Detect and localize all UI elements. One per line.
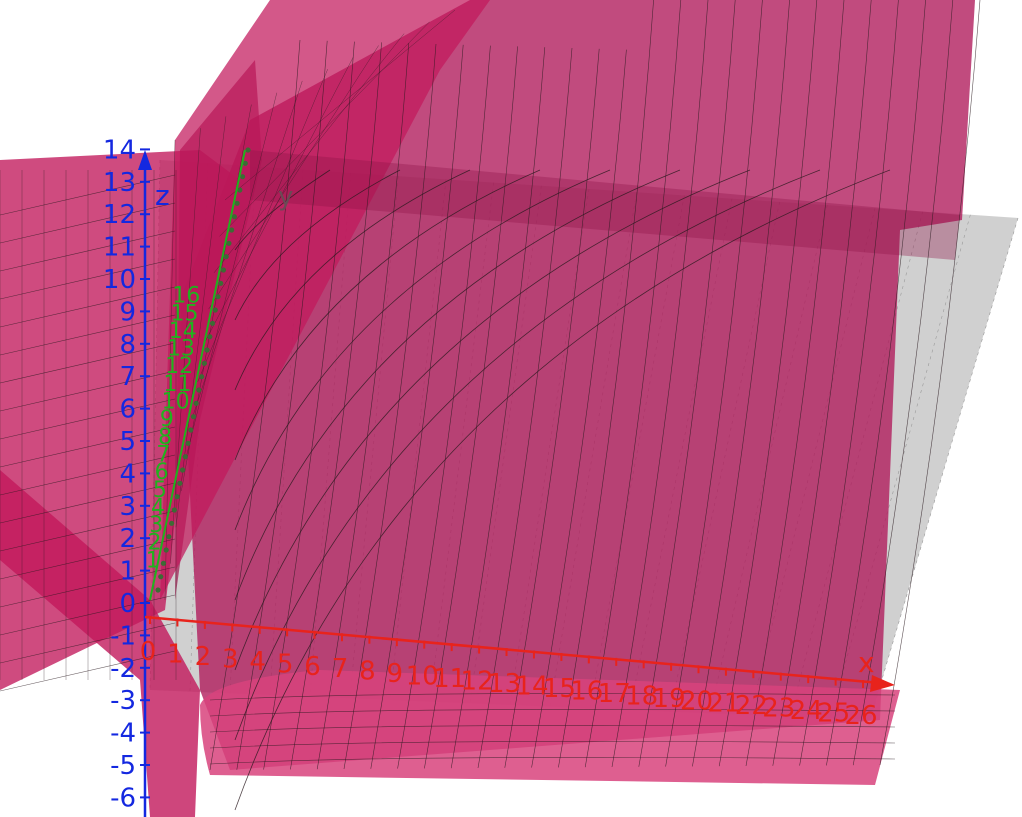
z-tick-label: -3: [110, 686, 136, 716]
z-tick-label: 10: [103, 265, 136, 295]
trace-dot: [237, 187, 243, 193]
y-tick-label: 16: [172, 284, 200, 309]
trace-dot: [207, 334, 213, 340]
x-tick-label: 3: [222, 644, 239, 674]
x-tick-label: 5: [277, 649, 294, 679]
trace-dot: [215, 294, 221, 300]
trace-dot: [218, 280, 224, 286]
z-tick-label: -2: [110, 654, 136, 684]
trace-dot: [226, 240, 232, 246]
z-tick-label: 4: [119, 459, 136, 489]
trace-dot: [171, 507, 177, 513]
trace-dot: [158, 574, 164, 580]
z-tick-label: 3: [119, 492, 136, 522]
trace-dot: [212, 307, 218, 313]
z-tick-label: -1: [110, 621, 136, 651]
z-tick-label: 1: [119, 557, 136, 587]
trace-dot: [166, 534, 172, 540]
x-tick-label: 1: [167, 639, 184, 669]
trace-dot: [229, 227, 235, 233]
x-tick-label: 26: [845, 701, 878, 731]
z-tick-label: 2: [119, 524, 136, 554]
x-axis-label: x: [858, 646, 875, 679]
z-tick-label: 14: [103, 135, 136, 165]
trace-dot: [201, 360, 207, 366]
trace-dot: [245, 147, 251, 153]
trace-dot: [177, 480, 183, 486]
z-tick-label: 8: [119, 330, 136, 360]
trace-dot: [209, 320, 216, 326]
trace-dot: [155, 587, 161, 593]
trace-dot: [234, 200, 240, 206]
trace-dot: [182, 454, 188, 460]
trace-dot: [220, 267, 227, 273]
z-tick-label: 12: [103, 200, 136, 230]
x-tick-label: 9: [387, 659, 404, 689]
graphics-3d-view[interactable]: z -6-5-4-3-2-101234567891011121314 x 012…: [0, 0, 1022, 817]
x-tick-label: 4: [249, 647, 266, 677]
trace-dot: [204, 347, 210, 353]
trace-dot: [174, 494, 180, 500]
trace-dot: [223, 254, 229, 260]
z-tick-label: -4: [110, 719, 136, 749]
x-tick-label: 6: [304, 652, 321, 682]
z-tick-label: 5: [119, 427, 136, 457]
z-axis-label: z: [155, 179, 170, 212]
z-tick-label: -6: [110, 783, 136, 813]
y-axis-label: y: [278, 182, 293, 212]
trace-dot: [196, 387, 202, 393]
x-tick-label: 7: [332, 654, 349, 684]
z-tick-label: 13: [103, 168, 136, 198]
x-tick-label: 2: [195, 642, 212, 672]
trace-dot: [179, 467, 186, 473]
x-tick-label: 0: [140, 637, 157, 667]
z-tick-label: 0: [119, 589, 136, 619]
trace-dot: [199, 374, 205, 380]
z-tick-label: 7: [119, 362, 136, 392]
z-tick-label: 11: [103, 233, 136, 263]
trace-dot: [169, 520, 175, 526]
trace-dot: [160, 560, 167, 566]
trace-dot: [193, 400, 199, 406]
x-tick-label: 8: [359, 657, 376, 687]
trace-dot: [163, 547, 169, 553]
z-tick-label: 9: [119, 297, 136, 327]
z-tick-label: -5: [110, 751, 136, 781]
trace-dot: [185, 440, 191, 446]
z-tick-label: 6: [119, 395, 136, 425]
trace-dot: [188, 427, 194, 433]
trace-dot: [190, 414, 197, 420]
trace-dot: [231, 214, 237, 220]
